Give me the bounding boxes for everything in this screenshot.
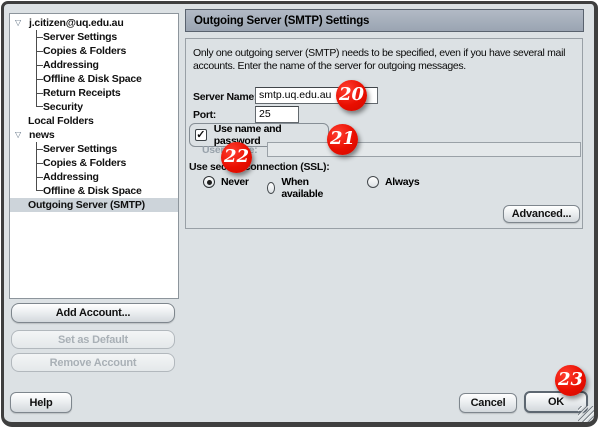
add-account-button[interactable]: Add Account... [11,303,175,323]
radio-icon [267,182,275,194]
tree-item-label: Copies & Folders [43,156,126,170]
server-name-label: Server Name: [193,91,257,103]
tree-connector [36,184,43,191]
tree-item-return-receipts[interactable]: Return Receipts [10,86,178,100]
ssl-radio-never[interactable]: Never [203,176,249,188]
ssl-radio-always[interactable]: Always [367,176,419,188]
cancel-button[interactable]: Cancel [459,393,517,413]
tree-connector [36,58,43,72]
radio-icon [367,176,379,188]
tree-item-label: Offline & Disk Space [43,184,142,198]
tree-item-outgoing-server-smtp[interactable]: Outgoing Server (SMTP) [10,198,178,212]
tree-item-label: Addressing [43,170,99,184]
account-settings-window: ▽ j.citizen@uq.edu.au Server Settings Co… [1,1,598,427]
tree-item-news-addressing[interactable]: Addressing [10,170,178,184]
annotation-badge-21: 21 [327,124,358,155]
tree-connector [36,30,43,44]
tree-item-label: Offline & Disk Space [43,72,142,86]
tree-connector [36,156,43,170]
checkbox-checkmark-icon: ✓ [195,129,207,141]
tree-item-label: Security [43,100,83,114]
tree-item-label: Return Receipts [43,86,121,100]
tree-item-label: Outgoing Server (SMTP) [28,198,145,212]
tree-item-copies-folders[interactable]: Copies & Folders [10,44,178,58]
panel-header: Outgoing Server (SMTP) Settings [185,9,584,32]
tree-item-news-server-settings[interactable]: Server Settings [10,142,178,156]
annotation-badge-20: 20 [336,80,367,111]
ssl-radio-when-available[interactable]: When available [267,176,327,200]
tree-connector [36,170,43,184]
tree-item-label: Local Folders [28,114,94,128]
radio-icon [203,176,215,188]
tree-item-label: Server Settings [43,30,117,44]
user-name-input[interactable] [267,142,581,157]
tree-connector [36,100,43,107]
tree-item-label: j.citizen@uq.edu.au [29,16,124,30]
tree-item-label: Copies & Folders [43,44,126,58]
tree-item-security[interactable]: Security [10,100,178,114]
tree-item-label: Addressing [43,58,99,72]
tree-item-news-copies-folders[interactable]: Copies & Folders [10,156,178,170]
tree-item-offline-disk-space[interactable]: Offline & Disk Space [10,72,178,86]
tree-item-addressing[interactable]: Addressing [10,58,178,72]
tree-item-local-folders[interactable]: Local Folders [10,114,178,128]
set-as-default-button[interactable]: Set as Default [11,330,175,349]
annotation-badge-23: 23 [555,365,586,396]
help-button[interactable]: Help [10,392,72,413]
page-title: Outgoing Server (SMTP) Settings [194,15,369,27]
port-input[interactable]: 25 [255,106,299,123]
ssl-label: Use secure connection (SSL): [189,161,329,173]
disclosure-triangle-icon[interactable]: ▽ [15,16,21,30]
account-tree: ▽ j.citizen@uq.edu.au Server Settings Co… [9,13,179,299]
description-text: Only one outgoing server (SMTP) needs to… [193,47,565,73]
tree-item-server-settings[interactable]: Server Settings [10,30,178,44]
tree-item-label: Server Settings [43,142,117,156]
tree-connector [36,142,43,156]
remove-account-button[interactable]: Remove Account [11,353,175,372]
resize-grip[interactable] [578,406,594,422]
tree-item-label: news [29,128,54,142]
annotation-badge-22: 22 [221,142,252,173]
tree-connector [36,72,43,86]
tree-item-account-root[interactable]: ▽ j.citizen@uq.edu.au [10,16,178,30]
port-label: Port: [193,109,216,121]
tree-item-news-root[interactable]: ▽ news [10,128,178,142]
tree-connector [36,86,43,100]
tree-item-news-offline-disk-space[interactable]: Offline & Disk Space [10,184,178,198]
advanced-button[interactable]: Advanced... [503,205,580,223]
disclosure-triangle-icon[interactable]: ▽ [15,128,21,142]
tree-connector [36,44,43,58]
